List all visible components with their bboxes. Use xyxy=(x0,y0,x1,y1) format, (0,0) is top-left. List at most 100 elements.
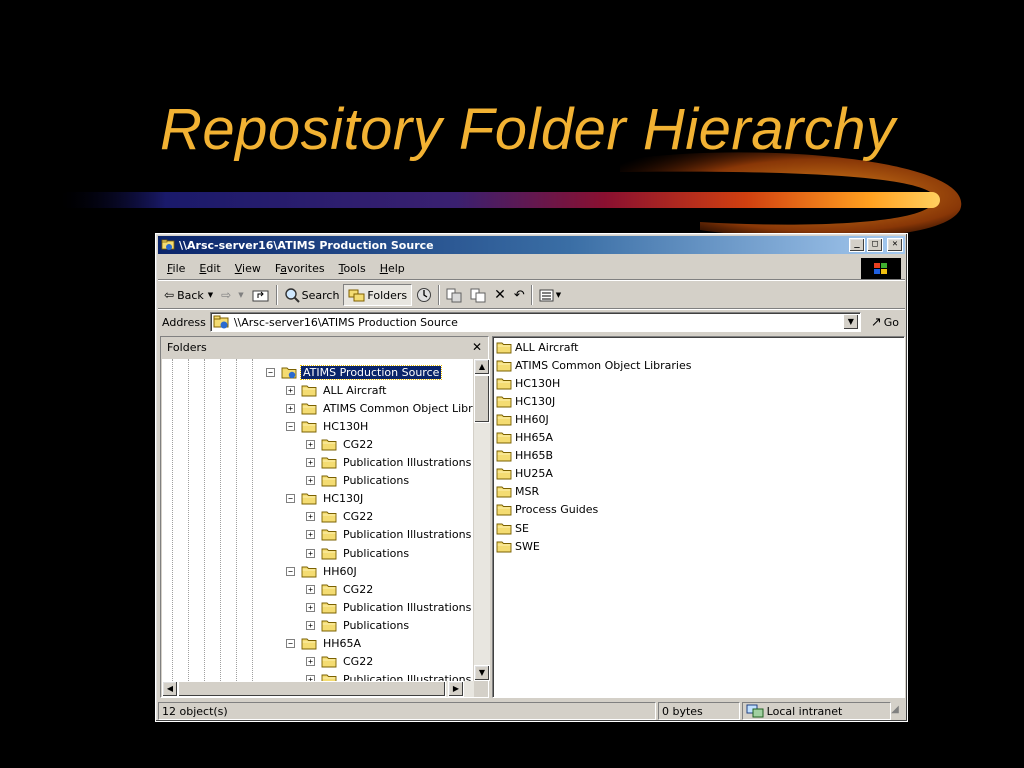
list-item-label: HH65A xyxy=(515,431,554,444)
folders-icon xyxy=(348,289,365,302)
list-item[interactable]: SE xyxy=(496,519,529,537)
list-item[interactable]: HU25A xyxy=(496,465,553,483)
expand-icon[interactable]: + xyxy=(306,602,315,612)
tree-item[interactable]: − HH65A xyxy=(286,635,363,653)
collapse-icon[interactable]: − xyxy=(286,421,295,431)
list-item[interactable]: HC130H xyxy=(496,374,560,392)
tree-item[interactable]: + Publications xyxy=(306,616,411,634)
file-list-pane[interactable]: ALL Aircraft ATIMS Common Object Librarie… xyxy=(492,336,905,698)
expand-icon[interactable]: + xyxy=(306,620,315,630)
list-item-label: HH60J xyxy=(515,412,549,426)
folder-icon xyxy=(496,541,512,553)
collapse-icon[interactable]: − xyxy=(286,566,295,576)
undo-button[interactable]: ↶ xyxy=(510,284,529,306)
expand-icon[interactable]: + xyxy=(286,403,295,413)
maximize-button[interactable]: □ xyxy=(867,238,883,252)
menu-edit[interactable]: Edit xyxy=(192,262,227,275)
tree-item[interactable]: − HC130H xyxy=(286,417,370,435)
views-dropdown-icon[interactable]: ▼ xyxy=(556,291,561,299)
expand-icon[interactable]: + xyxy=(306,530,315,540)
tree-item[interactable]: + Publications xyxy=(306,472,411,490)
expand-icon[interactable]: + xyxy=(306,584,315,594)
list-item[interactable]: ATIMS Common Object Libraries xyxy=(496,356,691,374)
tree-item[interactable]: + Publications xyxy=(306,544,411,562)
tree-item[interactable]: + CG22 xyxy=(306,580,375,598)
list-item[interactable]: ALL Aircraft xyxy=(496,338,578,356)
views-button[interactable]: ▼ xyxy=(535,284,565,306)
horizontal-scrollbar[interactable]: ◀ ▶ xyxy=(162,681,474,697)
list-item[interactable]: HH60J xyxy=(496,410,549,428)
list-item[interactable]: SWE xyxy=(496,537,540,555)
scroll-down-button[interactable]: ▼ xyxy=(474,665,490,681)
back-button[interactable]: ⇦ Back ▼ xyxy=(160,284,217,306)
tree-item-label: ATIMS Common Object Libra xyxy=(323,401,473,415)
scroll-up-button[interactable]: ▲ xyxy=(474,359,490,375)
list-item[interactable]: HC130J xyxy=(496,392,555,410)
list-item[interactable]: HH65A xyxy=(496,429,553,447)
expand-icon[interactable]: + xyxy=(306,439,315,449)
resize-grip-icon[interactable]: ◢ xyxy=(891,704,905,718)
tree-item[interactable]: + CG22 xyxy=(306,653,375,671)
menu-favorites[interactable]: Favorites xyxy=(268,262,332,275)
delete-button[interactable]: ✕ xyxy=(490,284,510,306)
copy-to-button[interactable] xyxy=(466,284,490,306)
scroll-thumb[interactable] xyxy=(474,375,490,423)
expand-icon[interactable]: + xyxy=(306,458,315,467)
status-zone-label: Local intranet xyxy=(766,704,843,718)
address-value: \\Arsc-server16\ATIMS Production Source xyxy=(233,315,458,329)
list-item-label: HC130J xyxy=(515,394,556,408)
menu-tools[interactable]: Tools xyxy=(332,262,373,275)
scroll-right-button[interactable]: ▶ xyxy=(448,681,464,697)
tree-item[interactable]: + ALL Aircraft xyxy=(286,381,388,399)
tree-item[interactable]: − ATIMS Production Source xyxy=(266,363,443,381)
forward-dropdown-icon[interactable]: ▼ xyxy=(238,291,243,299)
folder-icon xyxy=(321,511,337,523)
move-to-button[interactable] xyxy=(442,284,466,306)
minimize-button[interactable]: _ xyxy=(849,238,865,252)
status-object-count: 12 object(s) xyxy=(158,702,656,720)
tree-item[interactable]: + Publication Illustrations xyxy=(306,671,473,681)
list-item[interactable]: HH65B xyxy=(496,447,553,465)
collapse-icon[interactable]: − xyxy=(266,367,275,377)
menu-file[interactable]: File xyxy=(160,262,192,275)
tree-item[interactable]: − HC130J xyxy=(286,490,365,508)
tree-item-label: HC130J xyxy=(323,492,364,506)
back-dropdown-icon[interactable]: ▼ xyxy=(208,291,213,299)
tree-item[interactable]: + CG22 xyxy=(306,508,375,526)
tree-item[interactable]: + ATIMS Common Object Libra xyxy=(286,399,473,417)
forward-button[interactable]: ⇨ ▼ xyxy=(217,284,247,306)
up-folder-button[interactable] xyxy=(248,284,274,306)
expand-icon[interactable]: + xyxy=(306,657,315,667)
vertical-scrollbar[interactable]: ▲ ▼ xyxy=(474,359,490,681)
tree-item[interactable]: + Publication Illustrations xyxy=(306,598,473,616)
list-item[interactable]: MSR xyxy=(496,483,539,501)
history-button[interactable] xyxy=(412,284,436,306)
menu-view[interactable]: View xyxy=(228,262,268,275)
explorer-window: \\Arsc-server16\ATIMS Production Source … xyxy=(155,233,908,722)
go-button[interactable]: ↗ Go xyxy=(867,315,903,330)
search-button[interactable]: Search xyxy=(280,284,344,306)
list-item[interactable]: Process Guides xyxy=(496,501,598,519)
close-pane-icon[interactable]: ✕ xyxy=(472,340,482,354)
back-label: Back xyxy=(177,288,204,302)
scroll-left-button[interactable]: ◀ xyxy=(162,681,178,697)
address-dropdown-button[interactable]: ▼ xyxy=(842,314,859,330)
address-input[interactable]: \\Arsc-server16\ATIMS Production Source … xyxy=(209,312,861,332)
tree-item[interactable]: + Publication Illustrations xyxy=(306,454,473,472)
close-button[interactable]: ✕ xyxy=(887,238,903,252)
folders-button[interactable]: Folders xyxy=(343,284,413,306)
collapse-icon[interactable]: − xyxy=(286,494,295,504)
folder-tree[interactable]: − ATIMS Production Source + ALL Aircraft + AT… xyxy=(162,359,473,681)
expand-icon[interactable]: + xyxy=(306,512,315,522)
tree-item[interactable]: + CG22 xyxy=(306,435,375,453)
tree-item[interactable]: + Publication Illustrations xyxy=(306,526,473,544)
menu-help[interactable]: Help xyxy=(373,262,412,275)
expand-icon[interactable]: + xyxy=(306,548,315,558)
title-bar[interactable]: \\Arsc-server16\ATIMS Production Source … xyxy=(158,236,905,254)
horizontal-scroll-thumb[interactable] xyxy=(178,681,446,697)
tree-item-label: CG22 xyxy=(343,510,374,524)
tree-item[interactable]: − HH60J xyxy=(286,562,359,580)
collapse-icon[interactable]: − xyxy=(286,639,295,648)
expand-icon[interactable]: + xyxy=(306,476,315,486)
expand-icon[interactable]: + xyxy=(286,385,295,395)
